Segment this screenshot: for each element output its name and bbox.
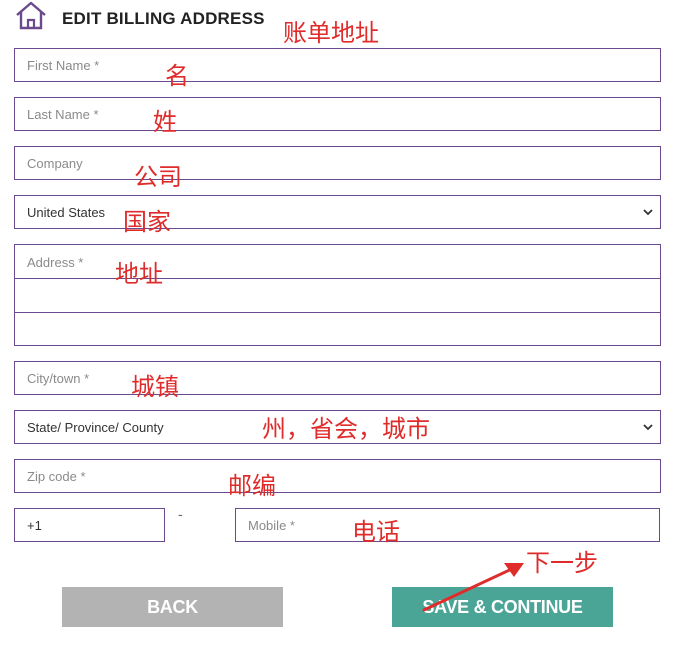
phone-code-field-wrapper xyxy=(14,508,165,542)
annotation-state: 州，省会，城市 xyxy=(262,415,430,443)
zip-input[interactable] xyxy=(15,460,660,492)
phone-code-input[interactable] xyxy=(15,509,164,541)
address-field-group: Address * xyxy=(14,244,661,346)
back-button[interactable]: BACK xyxy=(62,587,283,627)
address-line-1[interactable] xyxy=(15,245,660,278)
zip-field-wrapper xyxy=(14,459,661,493)
annotation-company: 公司 xyxy=(134,163,182,191)
annotation-address: 地址 xyxy=(115,260,163,288)
last-name-field-wrapper xyxy=(14,97,661,131)
annotation-next: 下一步 xyxy=(526,549,598,577)
page-title: EDIT BILLING ADDRESS xyxy=(62,9,265,28)
annotation-city: 城镇 xyxy=(131,373,179,401)
annotation-last-name: 姓 xyxy=(153,108,177,136)
phone-separator: - xyxy=(178,506,183,522)
first-name-input[interactable] xyxy=(15,49,660,81)
mobile-field-wrapper xyxy=(235,508,660,542)
mobile-input[interactable] xyxy=(236,509,659,541)
first-name-field-wrapper xyxy=(14,48,661,82)
annotation-country: 国家 xyxy=(123,208,171,236)
company-field-wrapper xyxy=(14,146,661,180)
country-select-wrapper: United States xyxy=(14,195,661,229)
company-input[interactable] xyxy=(15,147,660,179)
annotation-first-name: 名 xyxy=(165,62,189,90)
country-select[interactable]: United States xyxy=(15,196,660,228)
city-field-wrapper xyxy=(14,361,661,395)
annotation-mobile: 电话 xyxy=(352,518,400,546)
annotation-arrow xyxy=(422,563,524,612)
address-line-2[interactable] xyxy=(15,279,660,312)
annotation-zip: 邮编 xyxy=(228,472,276,500)
home-icon[interactable] xyxy=(14,0,48,32)
last-name-input[interactable] xyxy=(15,98,660,130)
city-input[interactable] xyxy=(15,362,660,394)
annotation-title: 账单地址 xyxy=(283,19,379,47)
address-line-3[interactable] xyxy=(15,313,660,345)
